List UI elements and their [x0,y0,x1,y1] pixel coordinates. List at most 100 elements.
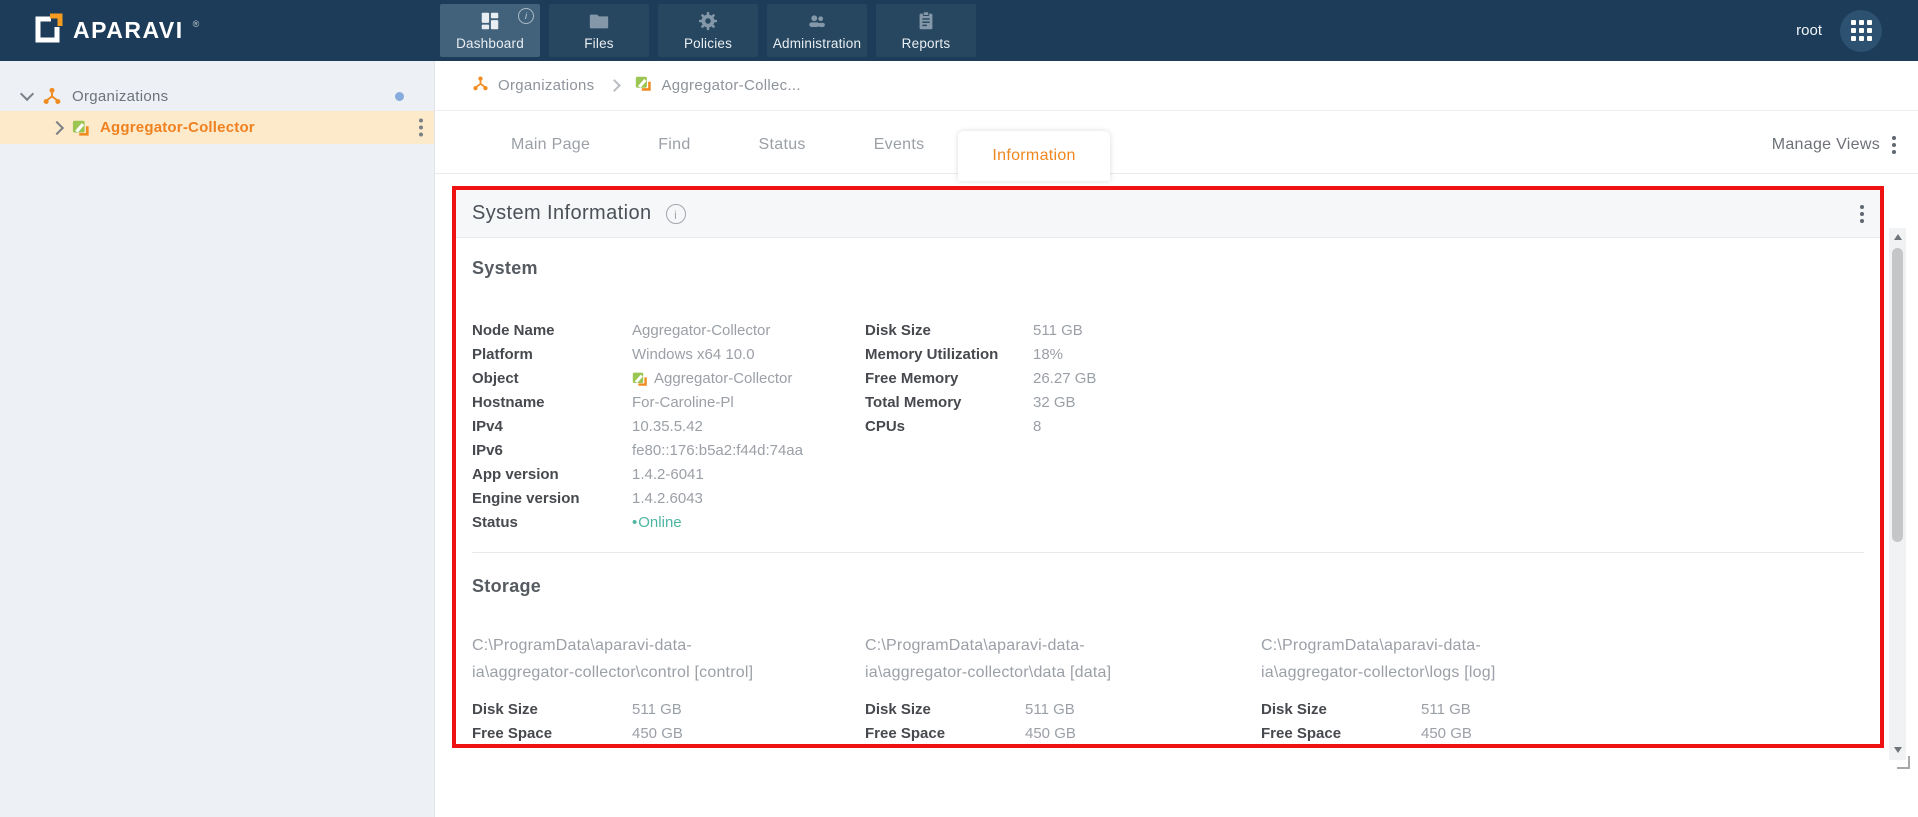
info-row: Memory Utilization 18% [865,346,1064,363]
primary-nav: i Dashboard Files Policies Administratio… [440,4,976,57]
organization-tree-sidebar: Organizations Aggregator-Collector [0,61,435,817]
info-badge-icon: i [518,8,534,24]
panel-header: System Information i [456,190,1880,238]
top-navigation-bar: APARAVI ® i Dashboard Files Policies Adm… [0,0,1918,61]
volume-logs: C:\ProgramData\aparavi-data- ia\aggregat… [1261,632,1654,744]
nav-reports-button[interactable]: Reports [876,4,976,57]
organizations-icon [42,86,62,106]
info-row: CPUs 8 [865,418,1042,435]
aparavi-logo-icon [28,10,64,51]
tab-information[interactable]: Information [958,131,1110,181]
info-row: Disk Size 511 GB [1261,701,1471,718]
tab-find[interactable]: Find [624,111,724,178]
system-details-left: Node Name Aggregator-Collector Platform Wi… [472,319,865,535]
aparavi-app: APARAVI ® i Dashboard Files Policies Adm… [0,0,1918,817]
clipboard-icon [915,10,937,32]
volume-data: C:\ProgramData\aparavi-data- ia\aggregat… [865,632,1261,744]
scrollbar-down-arrow-icon[interactable] [1894,747,1902,753]
nav-administration-button[interactable]: Administration [767,4,867,57]
info-row: Free Space 450 GB [1261,725,1472,742]
info-row-status: Status • Online [472,511,865,535]
info-row: Node Name Aggregator-Collector [472,322,771,339]
info-row: IPv6 fe80::176:b5a2:f44d:74aa [472,442,803,459]
panel-body: System Node Name Aggregator-Collector Pla… [456,238,1880,744]
panel-title: System Information [472,202,652,224]
chevron-right-icon[interactable] [49,120,65,135]
info-row: Object Aggregator-Collector [472,370,793,387]
nav-label: Dashboard [456,36,524,51]
collector-icon [632,371,648,387]
online-status-dot: • [632,514,638,531]
sidebar-item-label: Organizations [72,87,169,105]
panel-menu-icon[interactable] [1860,203,1864,224]
breadcrumb-organizations[interactable]: Organizations [472,75,594,96]
section-divider [472,552,1864,553]
nav-label: Policies [683,36,733,51]
system-information-panel: System Information i System Node Name Agg… [456,190,1880,744]
breadcrumb-label: Aggregator-Collec... [661,77,801,94]
breadcrumb-aggregator-collector[interactable]: Aggregator-Collec... [635,75,801,96]
nav-label: Reports [901,36,951,51]
info-row: Platform Windows x64 10.0 [472,346,755,363]
aparavi-logo[interactable]: APARAVI ® [28,0,199,61]
row-menu-icon[interactable] [419,117,423,138]
notification-dot [395,91,404,101]
nav-dashboard-button[interactable]: i Dashboard [440,4,540,57]
people-icon [806,10,828,32]
resize-grip-icon [1897,756,1910,769]
info-row: Disk Size 511 GB [472,701,682,718]
sidebar-item-organizations[interactable]: Organizations [0,81,434,111]
system-details-right: Disk Size 511 GB Memory Utilization 18% Fr… [865,319,1096,535]
info-row: Free Space 450 GB [865,725,1076,742]
user-area: root [1796,0,1882,61]
volume-path: C:\ProgramData\aparavi-data- ia\aggregat… [1261,637,1496,681]
section-heading-system: System [472,258,538,278]
breadcrumb-label: Organizations [498,77,595,94]
manage-views: Manage Views [1772,111,1896,178]
apps-grid-button[interactable] [1840,9,1882,52]
info-row: Disk Size 511 GB [865,322,1083,339]
nav-label: Administration [772,36,862,51]
sidebar-item-label: Aggregator-Collector [100,119,255,136]
sidebar-item-aggregator-collector[interactable]: Aggregator-Collector [0,111,434,144]
trademark-symbol: ® [192,18,200,29]
breadcrumb-separator-icon [608,79,622,92]
organizations-icon [472,75,489,96]
info-row: Hostname For-Caroline-Pl [472,394,734,411]
section-heading-storage: Storage [472,576,542,596]
chevron-down-icon[interactable] [19,86,35,102]
info-row: Free Space 450 GB [472,725,683,742]
breadcrumb: Organizations Aggregator-Collec... [435,61,1918,111]
dashboard-icon [479,10,501,32]
volume-path: C:\ProgramData\aparavi-data- ia\aggregat… [472,637,754,681]
current-user-menu[interactable]: root [1796,22,1822,39]
tab-main-page[interactable]: Main Page [477,111,624,178]
tab-events[interactable]: Events [840,111,959,178]
info-icon[interactable]: i [665,203,686,224]
gear-icon [697,10,719,32]
nav-policies-button[interactable]: Policies [658,4,758,57]
system-details: Node Name Aggregator-Collector Platform Wi… [472,319,1864,535]
folder-icon [588,10,610,32]
collector-icon [72,119,90,137]
info-row: IPv4 10.35.5.42 [472,418,703,435]
view-tabs: Main Page Find Status Events Information… [435,111,1918,181]
info-row: Engine version 1.4.2.6043 [472,490,703,507]
info-row: Disk Size 511 GB [865,701,1075,718]
manage-views-button[interactable]: Manage Views [1772,136,1880,154]
manage-views-menu-icon[interactable] [1892,134,1896,155]
info-row: Total Memory 32 GB [865,394,1076,411]
nav-label: Files [584,36,614,51]
info-row: App version 1.4.2-6041 [472,466,704,483]
grid-icon [1850,20,1872,41]
brand-name: APARAVI [73,17,184,43]
status-badge: Online [638,514,682,531]
info-row: Free Memory 26.27 GB [865,370,1097,387]
storage-volumes: C:\ProgramData\aparavi-data- ia\aggregat… [472,632,1864,744]
nav-files-button[interactable]: Files [549,4,649,57]
tab-status[interactable]: Status [725,111,840,178]
volume-path: C:\ProgramData\aparavi-data- ia\aggregat… [865,637,1112,681]
collector-icon [635,75,652,96]
scrollbar-up-arrow-icon[interactable] [1894,234,1902,240]
scrollbar-thumb[interactable] [1892,248,1903,542]
